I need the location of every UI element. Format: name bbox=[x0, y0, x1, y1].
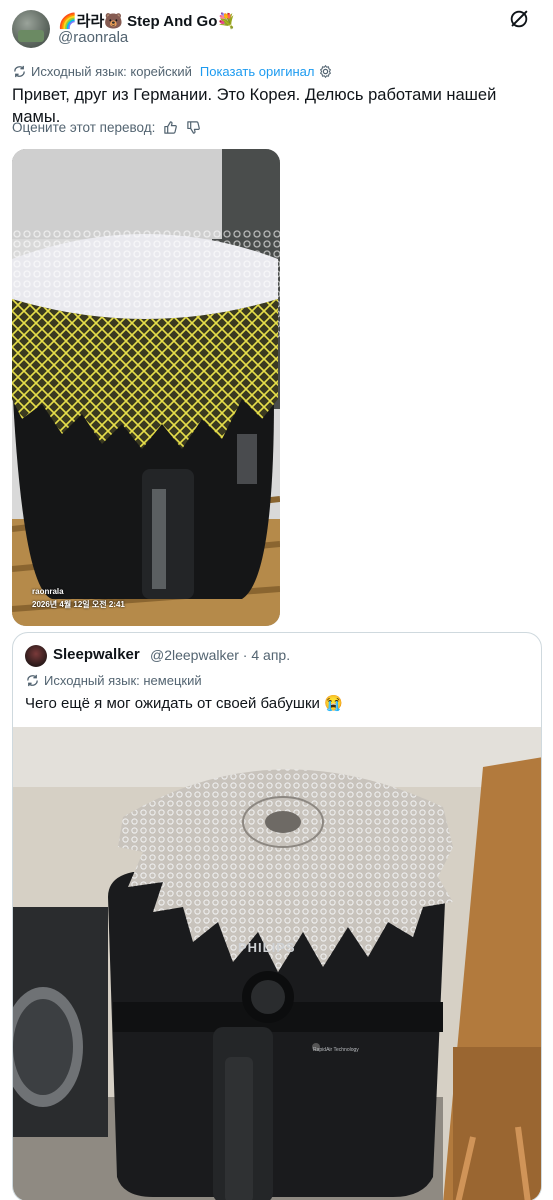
quoted-display-name[interactable]: Sleepwalker bbox=[53, 646, 140, 663]
rate-label: Оцените этот перевод: bbox=[12, 119, 156, 135]
rate-translation: Оцените этот перевод: bbox=[12, 118, 201, 136]
translate-icon bbox=[27, 674, 38, 687]
quoted-translation-notice: Исходный язык: немецкий bbox=[25, 673, 202, 688]
grok-icon[interactable] bbox=[508, 8, 530, 30]
show-original-link[interactable]: Показать оригинал bbox=[200, 64, 315, 79]
quoted-tweet[interactable]: Sleepwalker @2leepwalker · 4 апр. Исходн… bbox=[12, 632, 542, 1200]
avatar[interactable] bbox=[12, 10, 50, 48]
quoted-avatar[interactable] bbox=[25, 645, 47, 667]
airfryer-brand: PHILIPS bbox=[238, 940, 296, 955]
quoted-source-language: Исходный язык: немецкий bbox=[44, 673, 202, 688]
tweet-header: 🌈라라🐻 Step And Go💐 @raonrala bbox=[12, 8, 542, 48]
translation-notice: Исходный язык: корейский Показать оригин… bbox=[12, 62, 333, 80]
photo-airfryer-doily bbox=[12, 149, 280, 626]
photo-watermark-user: raonrala bbox=[32, 587, 64, 596]
thumbs-up-icon[interactable] bbox=[163, 120, 178, 135]
source-language-label: Исходный язык: корейский bbox=[31, 63, 192, 79]
display-name[interactable]: 🌈라라🐻 Step And Go💐 bbox=[58, 10, 236, 31]
quoted-photo[interactable]: PHILIPS RapidAir Technology bbox=[13, 727, 541, 1200]
tweet-photo[interactable]: raonrala 2026년 4월 12일 오전 2:41 bbox=[12, 149, 280, 626]
photo-watermark-date: 2026년 4월 12일 오전 2:41 bbox=[32, 600, 125, 609]
user-handle[interactable]: @raonrala bbox=[58, 29, 128, 46]
airfryer-tech-label: RapidAir Technology bbox=[313, 1047, 359, 1053]
thumbs-down-icon[interactable] bbox=[186, 120, 201, 135]
translate-icon bbox=[14, 65, 25, 77]
quoted-text: Чего ещё я мог ожидать от своей бабушки … bbox=[25, 695, 343, 712]
settings-icon[interactable] bbox=[318, 64, 333, 79]
photo-philips-airfryer: PHILIPS RapidAir Technology bbox=[13, 727, 541, 1200]
quoted-meta: @2leepwalker · 4 апр. bbox=[150, 647, 291, 663]
